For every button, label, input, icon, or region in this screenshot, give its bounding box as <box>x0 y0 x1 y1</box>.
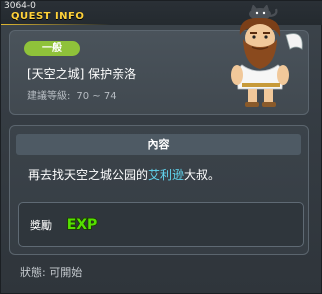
quest-name: [天空之城] 保护亲洛 <box>27 67 137 81</box>
level-range: 70 ~ 74 <box>76 91 117 102</box>
reward-label: 獎勵 <box>30 219 52 232</box>
description-text-after: 大叔。 <box>184 168 221 182</box>
reward-panel <box>18 202 304 247</box>
quest-level: 建議等級: 70 ~ 74 <box>27 91 117 103</box>
npc-name-link[interactable]: 艾利逊 <box>148 168 184 182</box>
content-header: 內容 <box>16 134 301 155</box>
category-badge: 一般 <box>24 41 80 56</box>
exp-icon: EXP <box>66 216 98 234</box>
window-title: QUEST INFO <box>11 11 85 22</box>
title-underline <box>1 24 111 25</box>
exp-icon-text: EXP <box>67 217 98 233</box>
description-text-before: 再去找天空之城公园的 <box>28 168 149 182</box>
npc-portrait-icon <box>231 5 303 107</box>
level-label: 建議等級: <box>27 91 71 102</box>
quest-description: 再去找天空之城公园的艾利逊大叔。 <box>28 168 220 182</box>
quest-status: 狀態: 可開始 <box>20 266 83 279</box>
